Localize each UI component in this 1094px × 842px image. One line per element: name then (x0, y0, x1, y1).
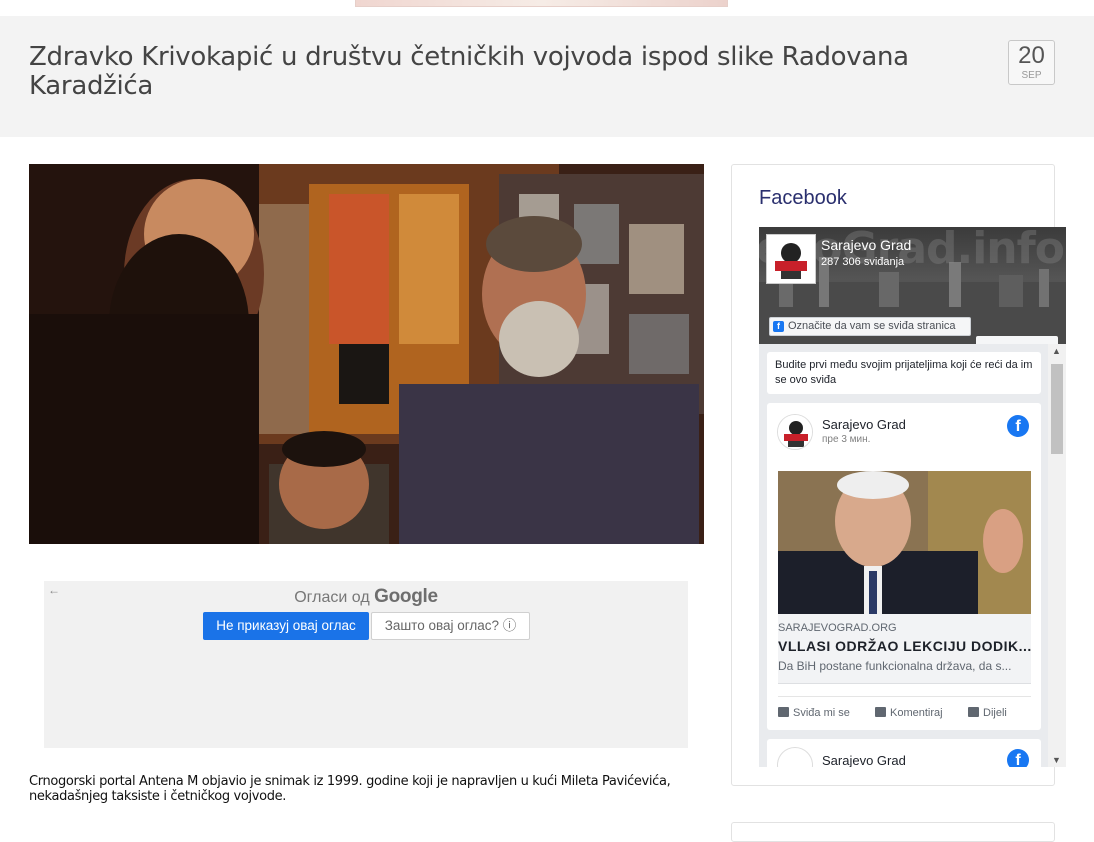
sidebar-facebook-widget: Facebook evoGrad.info Sarajevo Grad 287 … (731, 164, 1066, 786)
post-photo-drawing (778, 471, 1031, 614)
link-domain: SARAJEVOGRAD.ORG (778, 622, 897, 634)
google-ad-block: ← Огласи од Google Не приказуј овај огла… (44, 581, 688, 748)
post-link-image[interactable] (778, 471, 1031, 614)
date-day: 20 (1018, 42, 1045, 69)
fb-like-page-label: Označite da vam se sviđa stranica (788, 320, 956, 332)
post-date-badge: 20 SEP (1008, 40, 1055, 85)
comment-action[interactable]: Komentiraj (875, 707, 943, 719)
ad-title-prefix: Огласи од (294, 589, 370, 606)
sarajevo-grad-logo-icon (778, 415, 812, 449)
fb-feed-scrollbar[interactable]: ▲ ▼ (1048, 344, 1066, 767)
like-action-label: Sviđa mi se (793, 707, 850, 719)
stop-seeing-ad-button[interactable]: Не приказуј овај оглас (203, 612, 369, 640)
next-post-author-name[interactable]: Sarajevo Grad (822, 753, 906, 767)
comment-action-label: Komentiraj (890, 707, 943, 719)
fb-cover-tab (976, 336, 1058, 344)
share-action-label: Dijeli (983, 707, 1007, 719)
sidebar-next-widget (731, 822, 1055, 842)
fb-post-next: Sarajevo Grad f (767, 739, 1041, 767)
fb-likes-count: 287 306 sviđanja (821, 256, 905, 268)
thumbs-up-icon (778, 707, 789, 717)
post-author-avatar[interactable] (777, 414, 813, 450)
featured-video-still[interactable] (29, 164, 704, 544)
link-title[interactable]: VLLASI ODRŽAO LEKCIJU DODIK... (778, 638, 1032, 654)
top-banner-ad-strip[interactable] (355, 0, 728, 7)
post-link-preview[interactable]: SARAJEVOGRAD.ORG VLLASI ODRŽAO LEKCIJU D… (778, 614, 1031, 684)
share-action[interactable]: Dijeli (968, 707, 1007, 719)
fb-like-page-button[interactable]: f Označite da vam se sviđa stranica (769, 317, 971, 336)
facebook-page-plugin: evoGrad.info Sarajevo Grad 287 306 sviđa… (759, 227, 1066, 767)
post-timestamp[interactable]: пре 3 мин. (822, 434, 870, 445)
sarajevo-grad-logo-icon (767, 235, 815, 283)
post-author-name[interactable]: Sarajevo Grad (822, 417, 906, 432)
facebook-logo-icon[interactable]: f (1007, 415, 1029, 437)
share-icon (968, 707, 979, 717)
ad-header: Огласи од Google (44, 586, 688, 608)
date-month: SEP (1021, 70, 1042, 81)
facebook-f-icon: f (773, 321, 784, 332)
fb-friends-prompt: Budite prvi među svojim prijateljima koj… (767, 352, 1041, 394)
featured-image-drawing (29, 164, 704, 544)
scroll-down-icon[interactable]: ▼ (1052, 755, 1061, 765)
link-description: Da BiH postane funkcionalna država, da s… (778, 659, 1012, 673)
google-logo: Google (374, 586, 438, 607)
scroll-up-icon[interactable]: ▲ (1052, 346, 1061, 356)
fb-cover-photo[interactable]: evoGrad.info Sarajevo Grad 287 306 sviđa… (759, 227, 1066, 344)
like-action[interactable]: Sviđa mi se (778, 707, 850, 719)
article-body: Crnogorski portal Antena M objavio je sn… (29, 774, 671, 804)
scroll-thumb[interactable] (1051, 364, 1063, 454)
fb-post: Sarajevo Grad пре 3 мин. f SARAJEVOGRAD.… (767, 403, 1041, 730)
post-author-avatar[interactable] (777, 747, 813, 767)
fb-page-avatar[interactable] (766, 234, 816, 284)
fb-page-name[interactable]: Sarajevo Grad (821, 237, 911, 253)
fb-timeline: Budite prvi među svojim prijateljima koj… (759, 344, 1066, 767)
page-title[interactable]: Zdravko Krivokapić u društvu četničkih v… (29, 43, 929, 101)
comment-icon (875, 707, 886, 717)
facebook-logo-icon[interactable]: f (1007, 749, 1029, 767)
post-actions-bar: Sviđa mi se Komentiraj Dijeli (778, 696, 1031, 720)
widget-title: Facebook (759, 187, 847, 209)
why-this-ad-button[interactable]: Зашто овај оглас? ⓘ (371, 612, 530, 640)
